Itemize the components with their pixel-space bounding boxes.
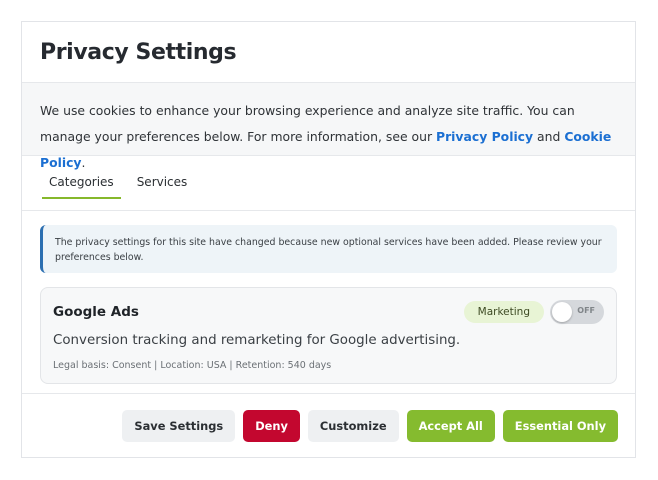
intro-text-and: and (533, 129, 565, 144)
save-settings-button[interactable]: Save Settings (122, 409, 236, 442)
service-card-google-ads: Google Ads Marketing OFF Conversion trac… (40, 287, 617, 384)
privacy-policy-link[interactable]: Privacy Policy (436, 129, 533, 144)
tab-bar: Categories Services (22, 156, 635, 211)
notice-banner: The privacy settings for this site have … (40, 225, 617, 273)
tab-services[interactable]: Services (130, 175, 195, 199)
dialog-content: The privacy settings for this site have … (22, 211, 635, 384)
privacy-settings-dialog: Privacy Settings We use cookies to enhan… (21, 21, 636, 458)
accept-all-button[interactable]: Accept All (406, 409, 495, 442)
service-meta: Legal basis: Consent | Location: USA | R… (53, 360, 332, 371)
service-name: Google Ads (53, 304, 139, 320)
tab-categories[interactable]: Categories (42, 175, 121, 199)
service-description: Conversion tracking and remarketing for … (53, 333, 461, 348)
intro-text: We use cookies to enhance your browsing … (22, 83, 635, 170)
dialog-header: Privacy Settings (22, 22, 635, 83)
dialog-title: Privacy Settings (40, 39, 237, 65)
dialog-footer: Save Settings Deny Customize Accept All … (22, 393, 635, 457)
service-toggle[interactable]: OFF (550, 300, 604, 324)
service-controls: Marketing OFF (463, 300, 604, 324)
customize-button[interactable]: Customize (307, 409, 399, 442)
toggle-state-label: OFF (577, 306, 595, 315)
essential-only-button[interactable]: Essential Only (502, 409, 618, 442)
category-badge: Marketing (463, 301, 544, 323)
intro-text-after: . (81, 155, 86, 170)
deny-button[interactable]: Deny (243, 409, 300, 442)
toggle-knob (552, 302, 572, 322)
